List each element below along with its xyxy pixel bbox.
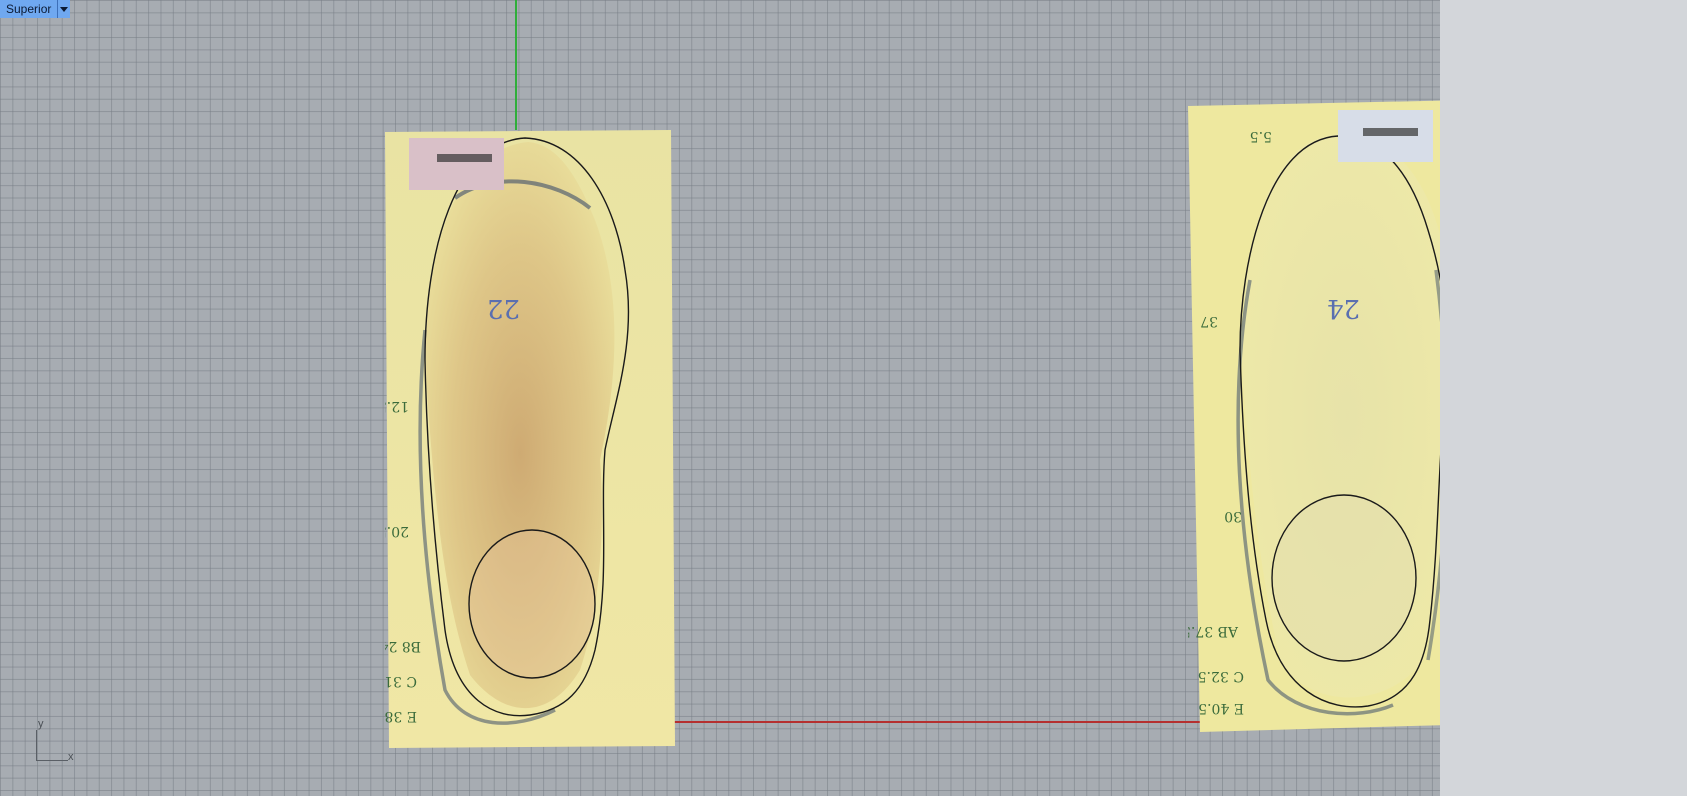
gizmo-y-label: y <box>38 718 44 730</box>
photo-note-5: E 38 <box>385 708 417 724</box>
heel-ellipse-curve[interactable] <box>468 529 596 679</box>
world-y-axis <box>515 0 517 130</box>
side-panel-background <box>1440 0 1687 796</box>
barcode-sticker <box>409 138 504 190</box>
gizmo-y-line <box>36 730 37 760</box>
axis-gizmo: y x <box>30 718 90 765</box>
barcode <box>437 154 492 162</box>
photo-note-1: 5.5 <box>1250 128 1272 144</box>
center-mark-text: 24 <box>1327 293 1360 323</box>
photo-note-6: E 40.5 <box>1198 700 1244 716</box>
center-mark-text: 22 <box>487 293 520 323</box>
photo-note-3: B8 24 <box>385 638 421 654</box>
photo-note-4: C 31 <box>385 673 417 689</box>
gizmo-x-label: x <box>68 751 74 763</box>
photo-note-3: 30 <box>1224 508 1242 524</box>
photo-note-4: AB 37.5 <box>1188 623 1239 639</box>
gizmo-x-line <box>36 760 68 761</box>
barcode <box>1363 128 1418 136</box>
heel-ellipse-curve[interactable] <box>1271 494 1417 662</box>
photo-note-1: 12.5 <box>385 398 409 414</box>
top-viewport[interactable]: Superior 22 12.5 20.5 B8 24 C 31 <box>0 0 1440 796</box>
viewport-title-tab[interactable]: Superior <box>0 0 71 18</box>
left-insole-picture[interactable]: 22 12.5 20.5 B8 24 C 31 E 38 <box>385 130 675 748</box>
world-x-axis <box>673 721 1203 723</box>
photo-note-2: 20.5 <box>385 523 409 539</box>
viewport-name[interactable]: Superior <box>0 0 59 18</box>
right-insole-picture[interactable]: 24 5.5 37 30 AB 37.5 C 32.5 E 40.5 <box>1188 100 1440 732</box>
viewport-menu-dropdown-icon[interactable] <box>58 0 71 18</box>
photo-note-2: 37 <box>1200 313 1218 329</box>
photo-note-5: C 32.5 <box>1198 668 1244 684</box>
